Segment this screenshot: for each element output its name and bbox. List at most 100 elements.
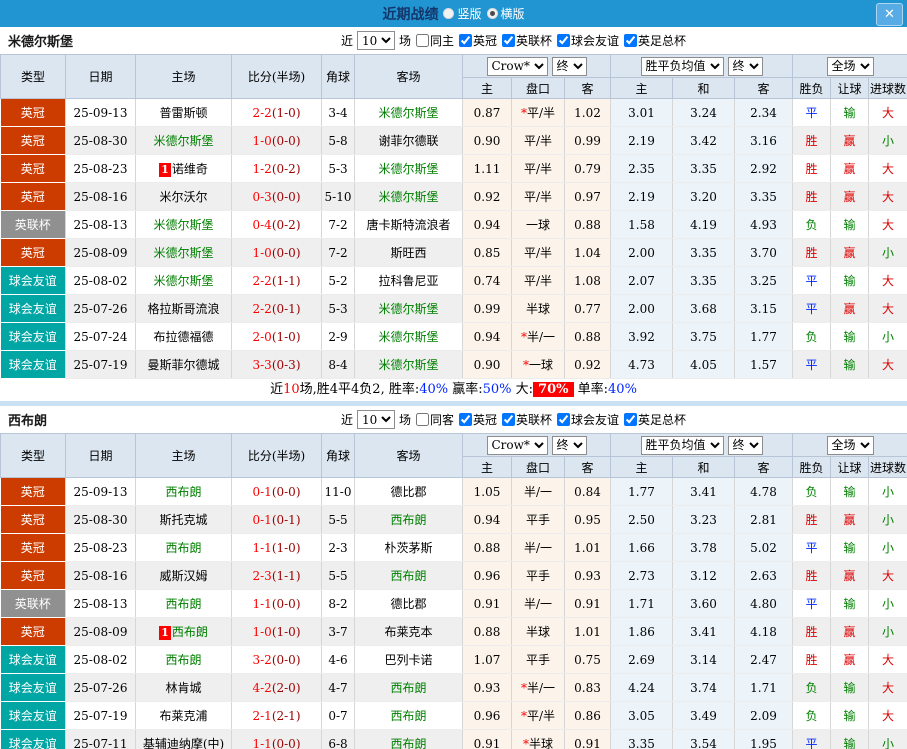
corner-count: 3-7	[321, 617, 355, 646]
competition-checkbox-2[interactable]	[557, 34, 571, 47]
same-venue-option[interactable]: 同主	[413, 32, 454, 49]
result-winlose: 胜	[792, 617, 832, 646]
odds-away: 0.86	[564, 701, 611, 730]
avg-win: 2.00	[610, 294, 673, 323]
match-date: 25-08-09	[65, 617, 136, 646]
competition-label-0: 英冠	[472, 34, 497, 48]
odds-away: 0.77	[564, 294, 611, 323]
avg-draw: 3.20	[672, 182, 735, 211]
competition-checkbox-0[interactable]	[458, 413, 472, 426]
match-date: 25-08-16	[65, 561, 136, 590]
competition-checkbox-0[interactable]	[458, 34, 472, 47]
same-venue-option[interactable]: 同客	[413, 411, 454, 428]
away-team: 西布朗	[390, 569, 427, 583]
away-team-cell: 西布朗	[354, 729, 463, 749]
filter-bar: 近 10 场 同客 英冠 英联杯 球会友谊 英足总杯	[341, 410, 686, 429]
corner-count: 6-8	[321, 729, 355, 749]
competition-option-3[interactable]: 英足总杯	[621, 32, 686, 49]
competition-option-1[interactable]: 英联杯	[499, 411, 552, 428]
avg-draw: 4.05	[672, 350, 735, 379]
odds-company-select[interactable]: Crow*	[486, 56, 548, 76]
away-team: 米德尔斯堡	[378, 302, 439, 316]
competition-option-2[interactable]: 球会友谊	[554, 411, 619, 428]
away-team-cell: 米德尔斯堡	[354, 294, 463, 323]
result-winlose: 胜	[792, 126, 832, 155]
odds-final-select[interactable]: 终	[551, 56, 587, 76]
score-cell: 4-2(2-0)	[231, 673, 322, 702]
avg-final-select[interactable]: 终	[727, 435, 763, 455]
matches-count-select[interactable]: 10	[356, 410, 395, 429]
odds-away: 0.79	[564, 154, 611, 183]
radio-horizontal-icon[interactable]	[486, 8, 498, 19]
scope-select[interactable]: 全场	[826, 56, 874, 76]
avg-company-select[interactable]: 胜平负均值	[640, 435, 724, 455]
close-button[interactable]: ✕	[876, 3, 903, 26]
handicap: 平/半	[511, 126, 565, 155]
result-handicap-value: 输	[843, 737, 856, 749]
result-handicap-value: 输	[843, 709, 856, 723]
odds-away: 0.88	[564, 322, 611, 351]
result-goals: 小	[868, 533, 907, 562]
result-winlose-value: 平	[805, 302, 818, 316]
table-row: 英冠 25-08-30 米德尔斯堡 1-0(0-0) 5-8 谢菲尔德联 0.90 平/半 0.…	[0, 126, 907, 155]
matches-count-select[interactable]: 10	[356, 31, 395, 50]
odds-final-select[interactable]: 终	[551, 435, 587, 455]
result-winlose: 胜	[792, 154, 832, 183]
competition-checkbox-1[interactable]	[502, 34, 515, 47]
layout-option-horizontal[interactable]: 横版	[486, 5, 525, 22]
result-handicap: 赢	[830, 561, 870, 590]
avg-sub-2: 客	[733, 77, 794, 99]
avg-company-select[interactable]: 胜平负均值	[640, 56, 724, 76]
handicap-text: 一球	[528, 358, 553, 372]
result-goals: 大	[868, 182, 907, 211]
score-cell: 2-3(1-1)	[231, 561, 322, 590]
col-header-0: 类型	[0, 433, 66, 478]
scope-select[interactable]: 全场	[826, 435, 874, 455]
odds-away: 0.99	[564, 126, 611, 155]
col-header-2: 主场	[135, 54, 232, 99]
avg-final-select[interactable]: 终	[727, 56, 763, 76]
competition-checkbox-2[interactable]	[557, 413, 571, 426]
match-date: 25-07-26	[65, 294, 136, 323]
away-team-cell: 西布朗	[354, 505, 463, 534]
away-team: 巴列卡诺	[384, 653, 433, 667]
away-team-cell: 西布朗	[354, 673, 463, 702]
home-team-cell: 林肯城	[135, 673, 232, 702]
layout-option-vertical[interactable]: 竖版	[443, 5, 482, 22]
handicap: 平/半	[511, 154, 565, 183]
radio-vertical-icon[interactable]	[443, 8, 455, 19]
home-team-cell: 米德尔斯堡	[135, 210, 232, 239]
competition-option-2[interactable]: 球会友谊	[554, 32, 619, 49]
same-venue-checkbox[interactable]	[415, 34, 429, 47]
score: 2-0	[252, 329, 272, 344]
same-venue-checkbox[interactable]	[415, 413, 429, 426]
avg-lose: 4.93	[734, 210, 794, 239]
competition-checkbox-3[interactable]	[624, 34, 638, 47]
score-cell: 1-0(0-0)	[231, 126, 322, 155]
results-table: 类型 日期 主场 比分(半场) 角球 客场 Crow* 终胜平负均值终全场主盘口客主和客胜负让…	[0, 54, 907, 379]
table-row: 球会友谊 25-07-24 布拉德福德 2-0(1-0) 2-9 米德尔斯堡 0.94 *半/…	[0, 322, 907, 351]
avg-sub-1: 和	[672, 77, 735, 99]
avg-draw: 3.14	[672, 645, 735, 674]
odds-company-select[interactable]: Crow*	[486, 435, 548, 455]
home-team-cell: 西布朗	[135, 645, 232, 674]
score-cell: 3-2(0-0)	[231, 645, 322, 674]
competition-option-1[interactable]: 英联杯	[499, 32, 552, 49]
odds-home: 0.85	[462, 238, 512, 267]
result-handicap-value: 输	[843, 681, 856, 695]
competition-checkbox-1[interactable]	[502, 413, 515, 426]
halftime-score: (1-0)	[271, 105, 301, 120]
corner-count: 8-2	[321, 589, 355, 618]
competition-checkbox-3[interactable]	[624, 413, 638, 426]
result-handicap: 输	[830, 477, 870, 506]
league-badge: 英冠	[0, 505, 66, 534]
result-goals-value: 大	[882, 709, 895, 723]
table-row: 球会友谊 25-08-02 米德尔斯堡 2-2(1-1) 5-2 拉科鲁尼亚 0.74 平/半…	[0, 266, 907, 295]
competition-option-0[interactable]: 英冠	[456, 411, 497, 428]
competition-option-3[interactable]: 英足总杯	[621, 411, 686, 428]
avg-win: 2.35	[610, 154, 673, 183]
competition-option-0[interactable]: 英冠	[456, 32, 497, 49]
score-cell: 1-2(0-2)	[231, 154, 322, 183]
league-badge: 英冠	[0, 182, 66, 211]
home-team-cell: 基辅迪纳摩(中)	[135, 729, 232, 749]
